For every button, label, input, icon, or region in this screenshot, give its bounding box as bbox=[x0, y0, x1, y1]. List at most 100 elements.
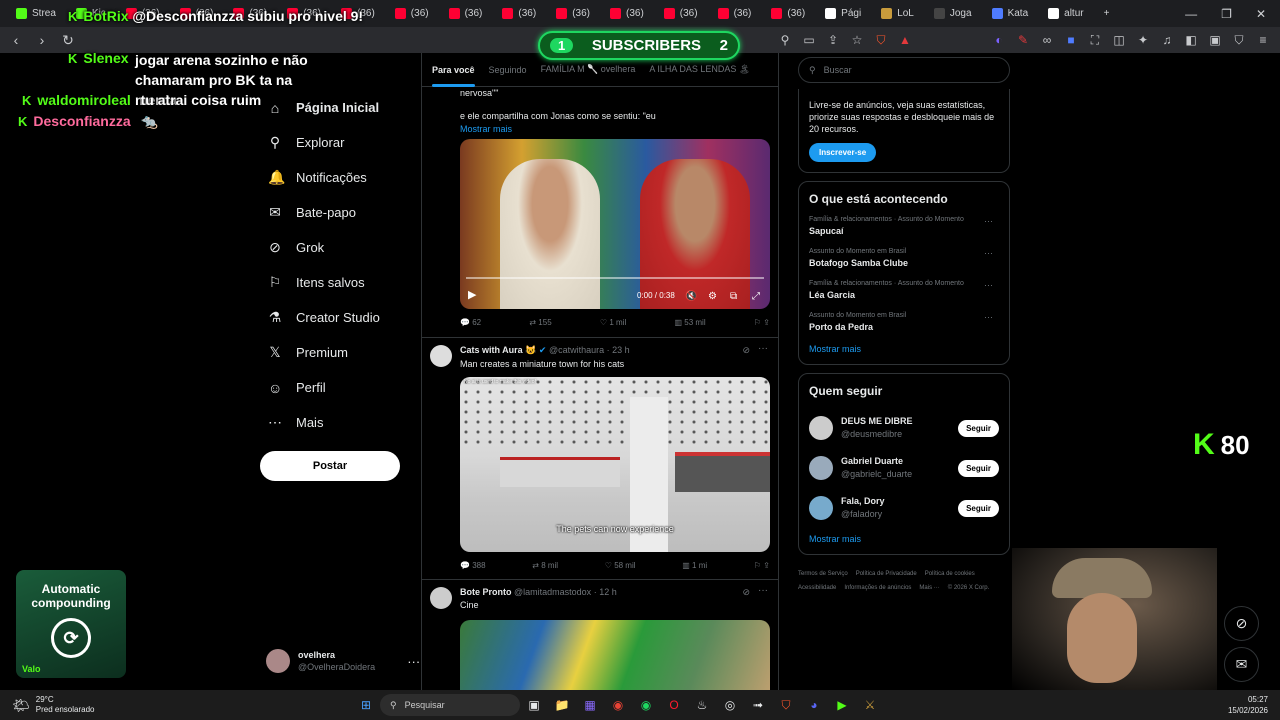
footer-link[interactable]: Informações de anúncios bbox=[844, 581, 911, 595]
extension-icon[interactable]: ◐ bbox=[992, 33, 1006, 47]
views-button[interactable]: ▥ 53 mil bbox=[674, 318, 705, 327]
video-progress-bar[interactable] bbox=[466, 277, 764, 279]
settings-icon[interactable]: ⚙ bbox=[708, 291, 717, 302]
play-icon[interactable]: ▶ bbox=[468, 288, 476, 301]
extension-icon[interactable]: ∞ bbox=[1040, 33, 1054, 47]
sidebar-item-x-logo[interactable]: 𝕏 Premium bbox=[260, 335, 410, 370]
share-icon[interactable]: ⇪ bbox=[763, 318, 770, 327]
brave-shield-icon[interactable]: ⛉ bbox=[874, 33, 888, 48]
file-explorer-icon[interactable]: 📁 bbox=[552, 695, 572, 715]
subscribe-button[interactable]: Inscrever-se bbox=[809, 143, 877, 162]
follow-button[interactable]: Seguir bbox=[958, 459, 999, 477]
forward-icon[interactable]: › bbox=[32, 32, 52, 48]
tweet-handle[interactable]: @catwithaura bbox=[549, 345, 604, 355]
browser-tab[interactable]: (36) bbox=[654, 3, 708, 25]
spotify-icon[interactable]: ◉ bbox=[636, 695, 656, 715]
bookmark-icon[interactable]: ⚐ bbox=[754, 318, 761, 327]
avatar[interactable] bbox=[430, 345, 452, 367]
tweet-video[interactable]: ▶ 0:00 / 0:38 🔇 ⚙ ⧉ ⤢ bbox=[460, 139, 770, 309]
browser-tab[interactable]: LoL bbox=[871, 3, 924, 25]
post-button[interactable]: Postar bbox=[260, 451, 400, 481]
browser-tab[interactable]: altur bbox=[1038, 3, 1093, 25]
sidebar-item-more[interactable]: ⋯ Mais bbox=[260, 405, 410, 440]
show-more-link[interactable]: Mostrar mais bbox=[809, 534, 999, 544]
tweet-handle[interactable]: @lamitadmastodox bbox=[514, 587, 591, 597]
like-button[interactable]: ♡ 1 mil bbox=[600, 318, 626, 327]
extension-icon[interactable]: ✎ bbox=[1016, 33, 1030, 47]
grok-icon[interactable]: ⊘ bbox=[742, 587, 750, 598]
trend-item[interactable]: Família & relacionamentos · Assunto do M… bbox=[809, 216, 999, 236]
follow-suggestion[interactable]: Gabriel Duarte @gabrielc_duarte Seguir bbox=[809, 448, 999, 488]
maximize-icon[interactable]: ❐ bbox=[1221, 7, 1232, 21]
tweet-time[interactable]: · 12 h bbox=[594, 587, 617, 597]
sidebar-item-grok[interactable]: ⊘ Grok bbox=[260, 230, 410, 265]
like-button[interactable]: ♡ 58 mil bbox=[605, 561, 636, 570]
tweet-video[interactable]: No ai is used to make this video! The pe… bbox=[460, 377, 770, 552]
tweet-author[interactable]: Bote Pronto bbox=[460, 587, 512, 597]
more-icon[interactable]: ··· bbox=[984, 248, 993, 258]
opera-icon[interactable]: O bbox=[664, 695, 684, 715]
more-icon[interactable]: ··· bbox=[984, 280, 993, 290]
back-icon[interactable]: ‹ bbox=[6, 32, 26, 48]
windows-start-icon[interactable]: ⊞ bbox=[356, 695, 376, 715]
weather-widget[interactable]: 🌤 29°C Pred ensolarado bbox=[12, 695, 352, 715]
follow-suggestion[interactable]: DEUS ME DIBRE @deusmedibre Seguir bbox=[809, 408, 999, 448]
task-view-icon[interactable]: ▣ bbox=[524, 695, 544, 715]
browser-tab[interactable]: Joga bbox=[924, 3, 982, 25]
extension-icon[interactable]: ■ bbox=[1064, 33, 1078, 47]
zoom-icon[interactable]: ⚲ bbox=[778, 33, 792, 47]
browser-tab[interactable]: Strea bbox=[6, 3, 66, 25]
footer-link[interactable]: Termos de Serviço bbox=[798, 567, 848, 581]
avatar[interactable] bbox=[430, 587, 452, 609]
league-icon[interactable]: ⚔ bbox=[860, 695, 880, 715]
tab-following[interactable]: Seguindo bbox=[489, 65, 527, 75]
cast-icon[interactable]: ▭ bbox=[802, 33, 816, 47]
browser-tab[interactable]: (36) bbox=[708, 3, 762, 25]
more-icon[interactable]: ··· bbox=[984, 312, 993, 322]
footer-link[interactable]: © 2026 X Corp. bbox=[948, 581, 989, 595]
browser-tab[interactable]: Pági bbox=[815, 3, 871, 25]
reply-button[interactable]: 💬 388 bbox=[460, 561, 486, 570]
browser-tab[interactable]: (36) bbox=[492, 3, 546, 25]
footer-link[interactable]: Política de cookies bbox=[925, 567, 975, 581]
brave-icon[interactable]: ⛉ bbox=[776, 695, 796, 715]
follow-suggestion[interactable]: Fala, Dory @faladory Seguir bbox=[809, 488, 999, 528]
sidebar-item-search[interactable]: ⚲ Explorar bbox=[260, 125, 410, 160]
extension-icon[interactable]: ⛶ bbox=[1088, 33, 1102, 48]
sidebar-item-mail[interactable]: ✉ Bate-papo bbox=[260, 195, 410, 230]
menu-icon[interactable]: ≡ bbox=[1256, 33, 1270, 47]
browser-tab[interactable]: Kata bbox=[982, 3, 1039, 25]
browser-tab[interactable]: (36) bbox=[439, 3, 493, 25]
browser-tab[interactable]: (36) bbox=[761, 3, 815, 25]
more-icon[interactable]: ··· bbox=[407, 654, 420, 669]
reply-button[interactable]: 💬 62 bbox=[460, 318, 481, 327]
reload-icon[interactable]: ↻ bbox=[58, 32, 78, 49]
trend-item[interactable]: Assunto do Momento em Brasil Porto da Ped… bbox=[809, 312, 999, 332]
fullscreen-icon[interactable]: ⤢ bbox=[752, 291, 760, 302]
account-switcher[interactable]: ovelhera @OvelheraDoidera ··· bbox=[266, 645, 420, 677]
sidebar-item-flask[interactable]: ⚗ Creator Studio bbox=[260, 300, 410, 335]
trend-item[interactable]: Família & relacionamentos · Assunto do M… bbox=[809, 280, 999, 300]
follow-button[interactable]: Seguir bbox=[958, 499, 999, 517]
repost-button[interactable]: ⇄ 155 bbox=[529, 318, 551, 327]
tweet-video[interactable] bbox=[460, 620, 770, 690]
search-input[interactable]: ⚲ Buscar bbox=[798, 57, 1010, 83]
share-icon[interactable]: ⇪ bbox=[763, 561, 770, 570]
steam-icon[interactable]: ♨ bbox=[692, 695, 712, 715]
browser-tab[interactable]: (36) bbox=[546, 3, 600, 25]
sidebar-icon[interactable]: ◧ bbox=[1184, 33, 1198, 47]
clock[interactable]: 05:27 15/02/2026 bbox=[1228, 694, 1268, 716]
tab-list-familia[interactable]: FAMÍLIA M 🥄 ovelhera bbox=[541, 64, 636, 75]
pip-icon[interactable]: ⧉ bbox=[730, 291, 737, 302]
grok-float-icon[interactable]: ⊘ bbox=[1224, 606, 1259, 641]
extensions-icon[interactable]: ✦ bbox=[1136, 33, 1150, 47]
sidebar-item-bell[interactable]: 🔔 Notificações bbox=[260, 160, 410, 195]
vpn-icon[interactable]: ⛉ bbox=[1232, 33, 1246, 48]
browser-tab[interactable]: (36) bbox=[385, 3, 439, 25]
follow-button[interactable]: Seguir bbox=[958, 419, 999, 437]
browser-tab[interactable]: (36) bbox=[600, 3, 654, 25]
media-icon[interactable]: ♫ bbox=[1160, 33, 1174, 47]
rewards-icon[interactable]: ▲ bbox=[898, 33, 912, 47]
show-more-link[interactable]: Mostrar mais bbox=[809, 344, 999, 354]
more-icon[interactable]: ··· bbox=[758, 343, 768, 354]
